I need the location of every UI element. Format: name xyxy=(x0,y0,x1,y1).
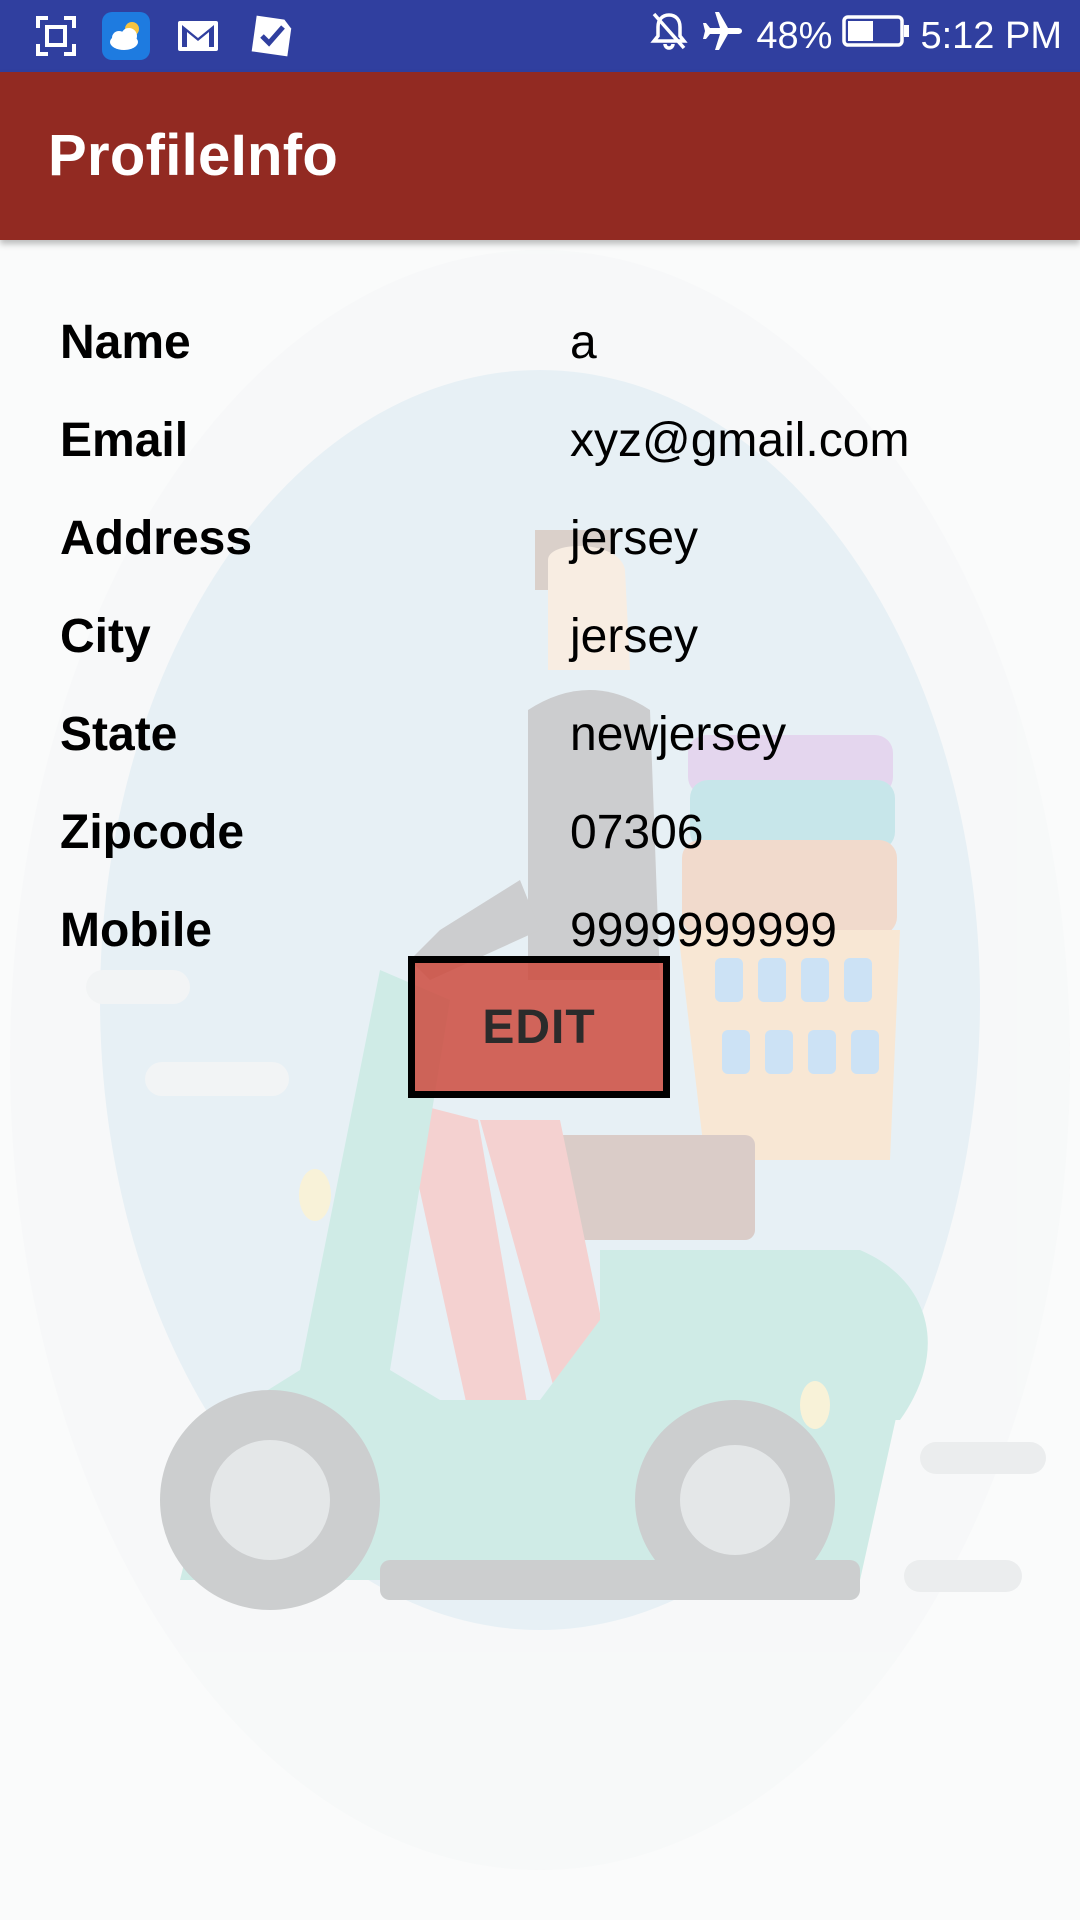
state-value: newjersey xyxy=(570,708,787,761)
profile-row-address: Address jersey xyxy=(0,483,1080,581)
email-value: xyz@gmail.com xyxy=(570,414,910,467)
profile-row-state: State newjersey xyxy=(0,679,1080,777)
address-value: jersey xyxy=(570,512,699,565)
battery-icon xyxy=(842,13,910,59)
profile-row-city: City jersey xyxy=(0,581,1080,679)
profile-info-screen: 48% 5:12 PM ProfileInfo Name a Email xyz… xyxy=(0,0,1080,1920)
status-bar: 48% 5:12 PM xyxy=(0,0,1080,72)
edit-button[interactable]: EDIT xyxy=(408,956,670,1098)
airplane-mode-icon xyxy=(700,8,746,64)
gmail-icon xyxy=(176,14,220,58)
battery-percent: 48% xyxy=(756,14,833,57)
city-label: City xyxy=(60,610,151,663)
profile-row-zipcode: Zipcode 07306 xyxy=(0,777,1080,875)
zipcode-value: 07306 xyxy=(570,806,704,859)
zipcode-label: Zipcode xyxy=(60,806,245,859)
app-bar: ProfileInfo xyxy=(0,72,1080,240)
profile-row-name: Name a xyxy=(0,287,1080,385)
screenshot-icon xyxy=(34,14,78,58)
mobile-label: Mobile xyxy=(60,904,212,957)
city-value: jersey xyxy=(570,610,699,663)
name-value: a xyxy=(570,316,597,369)
notifications-off-icon xyxy=(648,10,690,62)
status-bar-right: 48% 5:12 PM xyxy=(648,0,1062,72)
name-label: Name xyxy=(60,316,191,369)
page-title: ProfileInfo xyxy=(48,123,339,188)
mobile-value: 9999999999 xyxy=(570,904,837,957)
email-label: Email xyxy=(60,414,189,467)
address-label: Address xyxy=(60,512,253,565)
weather-icon xyxy=(102,12,150,60)
clock: 5:12 PM xyxy=(920,14,1062,57)
state-label: State xyxy=(60,708,178,761)
profile-row-email: Email xyz@gmail.com xyxy=(0,385,1080,483)
tasks-icon xyxy=(250,14,294,58)
